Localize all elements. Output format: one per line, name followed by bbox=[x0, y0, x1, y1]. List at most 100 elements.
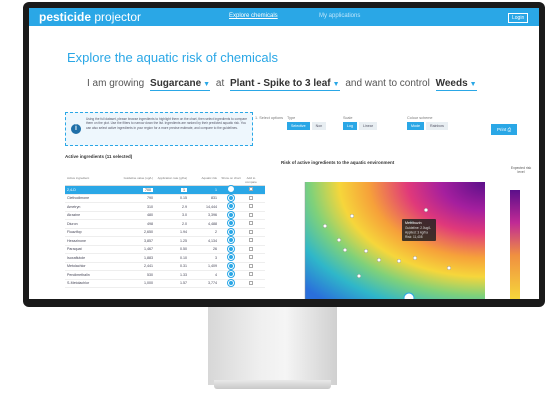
guideline-value: 700 bbox=[143, 187, 153, 192]
legend-title: Expected risk level bbox=[510, 166, 532, 174]
growth-stage-dropdown[interactable]: Plant - Spike to 3 leaf ▼ bbox=[230, 78, 340, 91]
application-rate: 1.25 bbox=[180, 238, 187, 243]
compare-checkbox[interactable] bbox=[249, 255, 253, 260]
zoom-reset-icon[interactable] bbox=[403, 292, 415, 299]
table-header: Active ingredient Guideline value (ug/L)… bbox=[65, 176, 265, 186]
eye-icon[interactable] bbox=[228, 271, 234, 278]
tooltip-line: Metribuzin bbox=[405, 221, 422, 225]
filter-controls: 1. Select options Type Selective Non Sca… bbox=[255, 116, 535, 146]
eye-icon[interactable] bbox=[228, 211, 234, 218]
table-row[interactable]: 2,4-D 700 1 1 bbox=[65, 186, 265, 195]
app-logo[interactable]: pesticide projector bbox=[39, 10, 141, 24]
colour-option-rainbow[interactable]: Rainbow bbox=[426, 122, 448, 130]
ingredient-name: Atrazine bbox=[67, 213, 81, 218]
ingredient-name: Diuron bbox=[67, 221, 78, 226]
info-icon: i bbox=[71, 124, 81, 134]
eye-icon[interactable] bbox=[228, 194, 234, 201]
eye-icon[interactable] bbox=[228, 186, 234, 193]
aquatic-risk: 14,444 bbox=[206, 204, 217, 209]
nav-link-explore[interactable]: Explore chemicals bbox=[229, 13, 278, 19]
compare-checkbox[interactable] bbox=[249, 187, 253, 192]
application-rate: 0.15 bbox=[180, 196, 187, 201]
scale-option-linear[interactable]: Linear bbox=[359, 122, 377, 130]
application-rate: 1.57 bbox=[180, 281, 187, 286]
aquatic-risk: 3,774 bbox=[208, 281, 217, 286]
compare-checkbox[interactable] bbox=[249, 263, 253, 268]
eye-icon[interactable] bbox=[228, 279, 234, 286]
guideline-value: 498 bbox=[147, 221, 153, 226]
ingredient-name: Fluazifop bbox=[67, 230, 82, 235]
print-button[interactable]: Print ⎙ bbox=[491, 124, 518, 135]
eye-icon[interactable] bbox=[228, 228, 234, 235]
app-screen: pesticide projector Explore chemicals My… bbox=[29, 8, 539, 299]
compare-checkbox[interactable] bbox=[249, 204, 253, 209]
ingredient-point[interactable] bbox=[413, 256, 417, 260]
type-option-non[interactable]: Non bbox=[311, 122, 327, 130]
ingredient-point[interactable] bbox=[337, 238, 341, 242]
colour-option-mode[interactable]: Mode bbox=[407, 122, 424, 130]
legend-colorbar bbox=[510, 190, 520, 299]
eye-icon[interactable] bbox=[228, 220, 234, 227]
ingredient-name: Ametryn bbox=[67, 204, 81, 209]
sentence-at: at bbox=[215, 78, 225, 89]
target-dropdown[interactable]: Weeds ▼ bbox=[435, 78, 477, 91]
crop-dropdown[interactable]: Sugarcane ▼ bbox=[150, 78, 211, 91]
table-row[interactable]: Ametryn 310 2.9 14,444 bbox=[65, 203, 265, 212]
application-rate: 0.31 bbox=[180, 264, 187, 269]
chevron-down-icon: ▼ bbox=[332, 81, 340, 88]
compare-checkbox[interactable] bbox=[249, 212, 253, 217]
eye-icon[interactable] bbox=[228, 203, 234, 210]
table-row[interactable]: Paraquat 1,467 0.50 26 bbox=[65, 245, 265, 254]
printer-icon: ⎙ bbox=[507, 127, 512, 132]
ingredient-name: Clethodimone bbox=[67, 196, 90, 201]
table-row[interactable]: Clethodimone 790 0.15 831 bbox=[65, 194, 265, 203]
ingredient-point[interactable] bbox=[343, 248, 347, 252]
filter-group-options: 1. Select options bbox=[255, 116, 284, 120]
application-rate: 2.9 bbox=[182, 204, 187, 209]
login-button[interactable]: Login bbox=[508, 13, 529, 23]
info-box: i Using the full dataset, please browse … bbox=[65, 112, 253, 146]
aquatic-risk: 3 bbox=[215, 255, 217, 260]
eye-icon[interactable] bbox=[228, 262, 234, 269]
sentence-prefix: I am growing bbox=[87, 78, 145, 89]
ingredient-point[interactable] bbox=[323, 224, 327, 228]
ingredient-point[interactable] bbox=[377, 258, 381, 262]
table-row[interactable]: Fluazifop 2,650 1.94 2 bbox=[65, 228, 265, 237]
compare-checkbox[interactable] bbox=[249, 280, 253, 285]
compare-checkbox[interactable] bbox=[249, 272, 253, 277]
guideline-value: 530 bbox=[147, 272, 153, 277]
eye-icon[interactable] bbox=[228, 254, 234, 261]
chevron-down-icon: ▼ bbox=[203, 81, 211, 88]
ingredient-point[interactable] bbox=[364, 249, 368, 253]
table-row[interactable]: Pendimethalin 530 1.33 4 bbox=[65, 271, 265, 280]
ingredient-point[interactable] bbox=[397, 259, 401, 263]
table-row[interactable]: Hexazinone 3,857 1.25 4,134 bbox=[65, 237, 265, 246]
nav-link-applications[interactable]: My applications bbox=[319, 13, 360, 19]
scale-option-log[interactable]: Log bbox=[343, 122, 357, 130]
ingredient-point[interactable] bbox=[357, 274, 361, 278]
info-text: Using the full dataset, please browse in… bbox=[86, 117, 248, 130]
type-option-selective[interactable]: Selective bbox=[287, 122, 310, 130]
ingredient-point[interactable] bbox=[424, 208, 428, 212]
compare-checkbox[interactable] bbox=[249, 195, 253, 200]
eye-icon[interactable] bbox=[228, 237, 234, 244]
ingredient-point[interactable] bbox=[350, 214, 354, 218]
ingredient-name: S-Metolachlor bbox=[67, 281, 90, 286]
compare-checkbox[interactable] bbox=[249, 221, 253, 226]
compare-checkbox[interactable] bbox=[249, 246, 253, 251]
table-row[interactable]: Diuron 498 2.0 4,488 bbox=[65, 220, 265, 229]
table-row[interactable]: S-Metolachlor 1,000 1.57 3,774 bbox=[65, 279, 265, 288]
table-row[interactable]: Metolachlor 2,441 0.31 1,409 bbox=[65, 262, 265, 271]
aquatic-risk: 4,134 bbox=[208, 238, 217, 243]
table-row[interactable]: Atrazine 480 3.0 3,396 bbox=[65, 211, 265, 220]
risk-plot[interactable]: Metribuzin Guideline: 2.0ug/L Applied: 3… bbox=[281, 168, 539, 299]
ingredient-name: Hexazinone bbox=[67, 238, 86, 243]
compare-checkbox[interactable] bbox=[249, 229, 253, 234]
application-rate: 0.50 bbox=[180, 247, 187, 252]
application-rate: 2.0 bbox=[182, 221, 187, 226]
eye-icon[interactable] bbox=[228, 245, 234, 252]
ingredient-point[interactable] bbox=[447, 266, 451, 270]
compare-checkbox[interactable] bbox=[249, 238, 253, 243]
table-row[interactable]: Isoxaflutole 1,883 0.10 3 bbox=[65, 254, 265, 263]
application-rate: 1.33 bbox=[180, 272, 187, 277]
